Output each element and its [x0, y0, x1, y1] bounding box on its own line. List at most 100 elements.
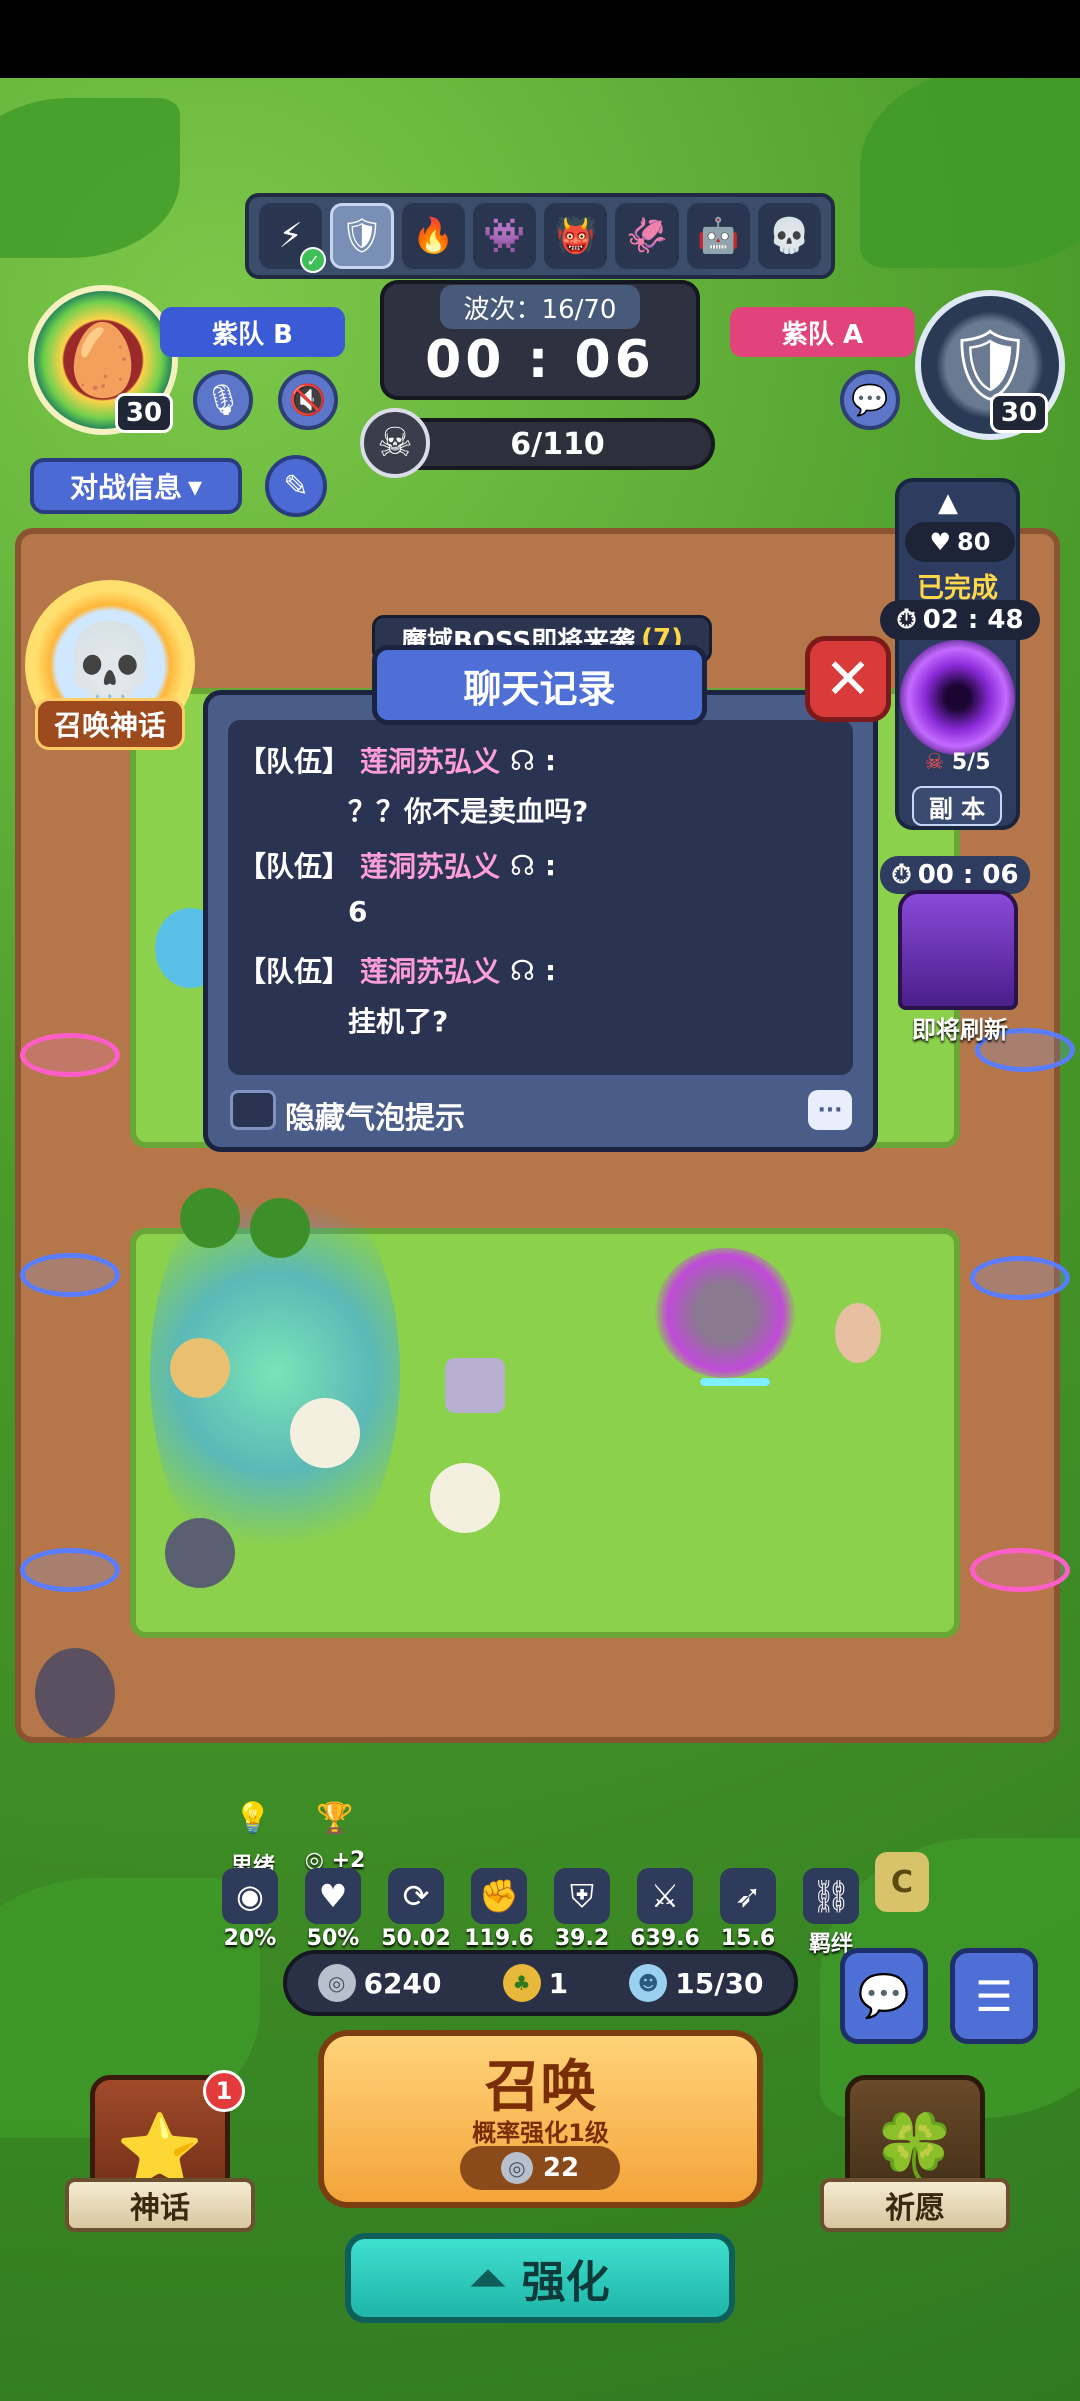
chat-channel-tag: 【队伍】: [238, 850, 351, 883]
colon: :: [544, 848, 557, 882]
chat-sender-name: 莲洞苏弘义: [360, 955, 501, 988]
refresh-timer: ⏱ 00 : 06: [880, 856, 1030, 894]
hero-slot-squid[interactable]: 🦑: [615, 203, 679, 269]
collapse-stats-button[interactable]: C: [875, 1852, 929, 1912]
stat-attack[interactable]: ⚔ 639.6: [630, 1868, 700, 1951]
upgrade-button[interactable]: ⏶ 强化: [345, 2233, 735, 2323]
alien-icon: 👾: [483, 216, 526, 256]
battle-info-dropdown[interactable]: 对战信息 ▾: [30, 458, 242, 514]
chat-sender-name: 莲洞苏弘义: [360, 850, 501, 883]
portal-ring: [20, 1548, 120, 1592]
dungeon-timer-value: 02 : 48: [922, 605, 1024, 635]
dungeon-hearts: ♥ 80: [905, 522, 1015, 562]
shield-icon: ⛨: [554, 1868, 610, 1924]
hero-slot-fire[interactable]: 🔥: [401, 203, 465, 269]
stat-value: 39.2: [554, 1926, 610, 1951]
stat-life[interactable]: ♥ 50%: [298, 1868, 368, 1951]
close-icon: ✕: [824, 646, 872, 712]
fist-icon: ✊: [471, 1868, 527, 1924]
hero-slot-alien[interactable]: 👾: [472, 203, 537, 269]
stopwatch-icon: ⏱: [896, 604, 917, 635]
mic-muted-button[interactable]: 🎙: [193, 370, 253, 430]
speaker-muted-button[interactable]: 🔇: [278, 370, 338, 430]
wish-label: 祈愿: [820, 2178, 1010, 2232]
mech-icon: 🤖: [697, 216, 740, 256]
hero-unit: [170, 1338, 230, 1398]
chat-message: 【队伍】 莲洞苏弘义 ☊ : ？？你不是卖血吗?: [238, 740, 838, 830]
voice-icon: ☊: [510, 848, 535, 882]
stat-bonus[interactable]: 🏆 ◎ +2: [300, 1790, 370, 1874]
portal-ring: [20, 1253, 120, 1297]
caret-down-icon: ▾: [187, 469, 203, 503]
refresh-gate-icon[interactable]: [898, 890, 1018, 1010]
hero-slot-skull[interactable]: 💀: [757, 203, 821, 269]
mic-off-icon: 🎙: [203, 382, 243, 418]
hero-unit: [165, 1518, 235, 1588]
foliage: [860, 78, 1080, 268]
hero-unit: [180, 1188, 240, 1248]
dungeon-hearts-value: 80: [957, 528, 991, 556]
population-resource: ☻ 15/30: [629, 1964, 763, 2002]
hero-slot-demon[interactable]: 👹: [544, 203, 608, 269]
close-button[interactable]: ✕: [805, 636, 891, 722]
portal-ring: [970, 1548, 1070, 1592]
hero-slot-mech[interactable]: 🤖: [686, 203, 750, 269]
chat-bubble-icon[interactable]: ···: [808, 1090, 852, 1130]
chevron-left-icon: C: [890, 1864, 914, 1900]
stat-value: 20%: [223, 1926, 277, 1951]
player-level-left: 30: [115, 393, 173, 433]
team-name-left: 紫队 B: [160, 307, 345, 357]
dungeon-vortex-icon[interactable]: [900, 640, 1015, 755]
dungeon-count: ☠ 5/5: [910, 750, 1005, 775]
upgrade-label: 强化: [521, 2257, 610, 2308]
menu-button[interactable]: ☰: [950, 1948, 1038, 2044]
stat-bond[interactable]: ⛓ 羁绊: [796, 1868, 866, 1958]
stat-range[interactable]: ➶ 15.6: [713, 1868, 783, 1951]
hero-slot-robot[interactable]: 🛡: [330, 203, 394, 269]
squid-icon: 🦑: [625, 216, 669, 256]
heart-icon: ♥: [929, 528, 952, 556]
hero-slot-lightning[interactable]: ⚡ ✓: [259, 203, 327, 273]
sword-icon: ⚔: [637, 1868, 693, 1924]
chat-message-list[interactable]: 【队伍】 莲洞苏弘义 ☊ : ？？你不是卖血吗? 【队伍】 莲洞苏弘义 ☊ : …: [228, 720, 853, 1075]
stat-power[interactable]: ✊ 119.6: [464, 1868, 534, 1951]
heart-icon: ♥: [305, 1868, 361, 1924]
silver-coin-icon: ◎: [317, 1964, 356, 2002]
hide-bubbles-label: 隐藏气泡提示: [285, 1101, 465, 1136]
chat-button[interactable]: 💬: [840, 1948, 928, 2044]
silver-amount: 6240: [363, 1966, 442, 2000]
summon-title: 召唤: [484, 2055, 597, 2120]
enemy-unit: [35, 1648, 115, 1738]
stat-value: 50%: [306, 1926, 360, 1951]
opponent-level: 30: [990, 393, 1048, 433]
stat-speed[interactable]: ⟳ 50.02: [381, 1868, 451, 1951]
resource-bar: ◎ 6240 ♣ 1 ☻ 15/30: [283, 1950, 798, 2016]
opponent-chat-button[interactable]: 💬: [840, 370, 900, 430]
silver-coin-icon: ◎: [500, 2152, 533, 2184]
chain-icon: ⛓: [803, 1868, 859, 1924]
skull-icon: 💀: [768, 216, 811, 256]
clover-resource: ♣ 1: [502, 1964, 568, 2002]
lightbulb-icon: 💡: [234, 1800, 272, 1836]
dungeon-timer: ⏱ 02 : 48: [880, 600, 1040, 640]
stat-defense[interactable]: ⛨ 39.2: [547, 1868, 617, 1951]
stat-thought[interactable]: 💡 思绪: [218, 1790, 288, 1880]
refresh-label: 即将刷新: [912, 1016, 1008, 1044]
portal-ring: [20, 1033, 120, 1077]
refresh-timer-value: 00 : 06: [917, 860, 1019, 890]
hide-bubbles-checkbox[interactable]: [230, 1090, 276, 1130]
stat-crit[interactable]: ◉ 20%: [215, 1868, 285, 1951]
countdown-timer: 00 : 06: [425, 330, 655, 390]
hero-unit: [430, 1463, 500, 1533]
chevron-up-icon: ⏶: [470, 2252, 506, 2304]
summon-subtitle: 概率强化1级: [472, 2119, 609, 2147]
chat-bubble-icon: 💬: [851, 382, 889, 418]
boss-hp-bar: [700, 1378, 770, 1386]
chat-message-text: 挂机了?: [348, 1005, 449, 1038]
wave-counter: 波次：16/70: [440, 285, 640, 329]
chevron-up-icon[interactable]: ▲: [938, 488, 958, 518]
chat-message-text: ？？你不是卖血吗?: [348, 795, 589, 828]
check-icon: ✓: [300, 247, 327, 273]
fire-monster-icon: 🔥: [412, 216, 455, 256]
notes-button[interactable]: ✎: [265, 455, 327, 517]
